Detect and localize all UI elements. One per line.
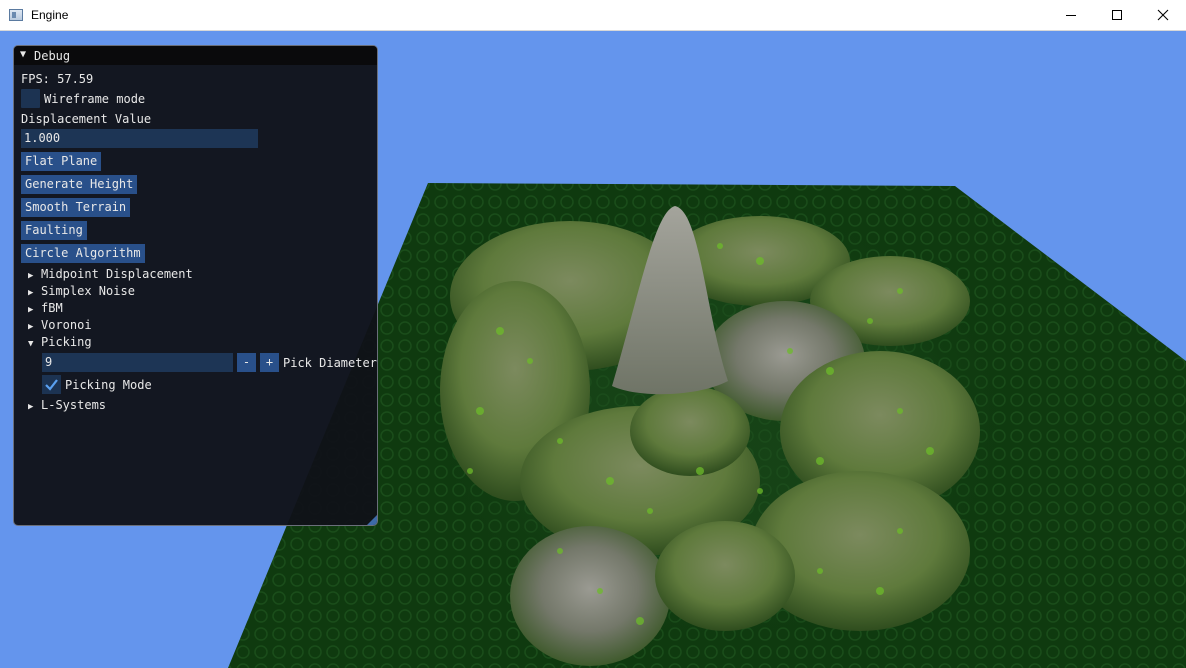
flat-plane-button[interactable]: Flat Plane [21, 152, 102, 171]
tree-label: Midpoint Displacement [41, 267, 193, 281]
terrain-hill [655, 521, 795, 631]
expand-arrow-icon: ▶ [28, 322, 34, 332]
minimize-button[interactable] [1048, 0, 1094, 30]
close-icon [1157, 9, 1169, 21]
tree-label: Picking [41, 335, 92, 349]
pick-diameter-increment-button[interactable]: + [260, 353, 279, 372]
terrain-hill [630, 386, 750, 476]
terrain-hill [510, 526, 670, 666]
pick-diameter-decrement-button[interactable]: - [237, 353, 256, 372]
close-button[interactable] [1140, 0, 1186, 30]
resize-grip-icon[interactable] [367, 515, 377, 525]
app-window-icon [9, 9, 23, 21]
expand-arrow-icon: ▶ [28, 305, 34, 315]
smooth-terrain-button[interactable]: Smooth Terrain [21, 198, 131, 217]
displacement-label: Displacement Value [21, 112, 152, 126]
wireframe-label: Wireframe mode [44, 92, 146, 106]
collapse-arrow-icon: ▼ [28, 339, 34, 349]
wireframe-checkbox[interactable] [21, 89, 40, 108]
pick-diameter-label: Pick Diameter [283, 356, 377, 370]
collapse-arrow-icon[interactable]: ▼ [20, 49, 26, 60]
tree-picking[interactable]: ▼ Picking [28, 335, 92, 349]
picking-mode-label: Picking Mode [65, 378, 152, 392]
minimize-icon [1066, 15, 1076, 16]
debug-window[interactable]: ▼ Debug FPS: 57.59 Wireframe mode Displa… [13, 45, 378, 526]
tree-l-systems[interactable]: ▶ L-Systems [28, 398, 106, 412]
circle-algorithm-button[interactable]: Circle Algorithm [21, 244, 145, 263]
checkmark-icon [45, 379, 58, 391]
tree-label: L-Systems [41, 398, 107, 412]
title-bar: Engine [0, 0, 1186, 31]
maximize-button[interactable] [1094, 0, 1140, 30]
expand-arrow-icon: ▶ [28, 402, 34, 412]
faulting-button[interactable]: Faulting [21, 221, 87, 240]
tree-midpoint-displacement[interactable]: ▶ Midpoint Displacement [28, 267, 193, 281]
picking-mode-checkbox[interactable] [42, 375, 61, 394]
tree-voronoi[interactable]: ▶ Voronoi [28, 318, 92, 332]
expand-arrow-icon: ▶ [28, 271, 34, 281]
debug-title: Debug [34, 49, 71, 63]
render-viewport[interactable]: ▼ Debug FPS: 57.59 Wireframe mode Displa… [0, 31, 1186, 668]
generate-height-button[interactable]: Generate Height [21, 175, 138, 194]
window-title: Engine [31, 8, 69, 22]
expand-arrow-icon: ▶ [28, 288, 34, 298]
pick-diameter-input[interactable]: 9 [42, 353, 233, 372]
fps-label: FPS: 57.59 [21, 72, 94, 86]
maximize-icon [1112, 10, 1122, 20]
displacement-value-input[interactable]: 1.000 [21, 129, 258, 148]
debug-title-bar[interactable]: ▼ Debug [14, 46, 377, 65]
tree-fbm[interactable]: ▶ fBM [28, 301, 63, 315]
tree-label: Simplex Noise [41, 284, 135, 298]
tree-label: Voronoi [41, 318, 92, 332]
tree-simplex-noise[interactable]: ▶ Simplex Noise [28, 284, 135, 298]
tree-label: fBM [41, 301, 63, 315]
